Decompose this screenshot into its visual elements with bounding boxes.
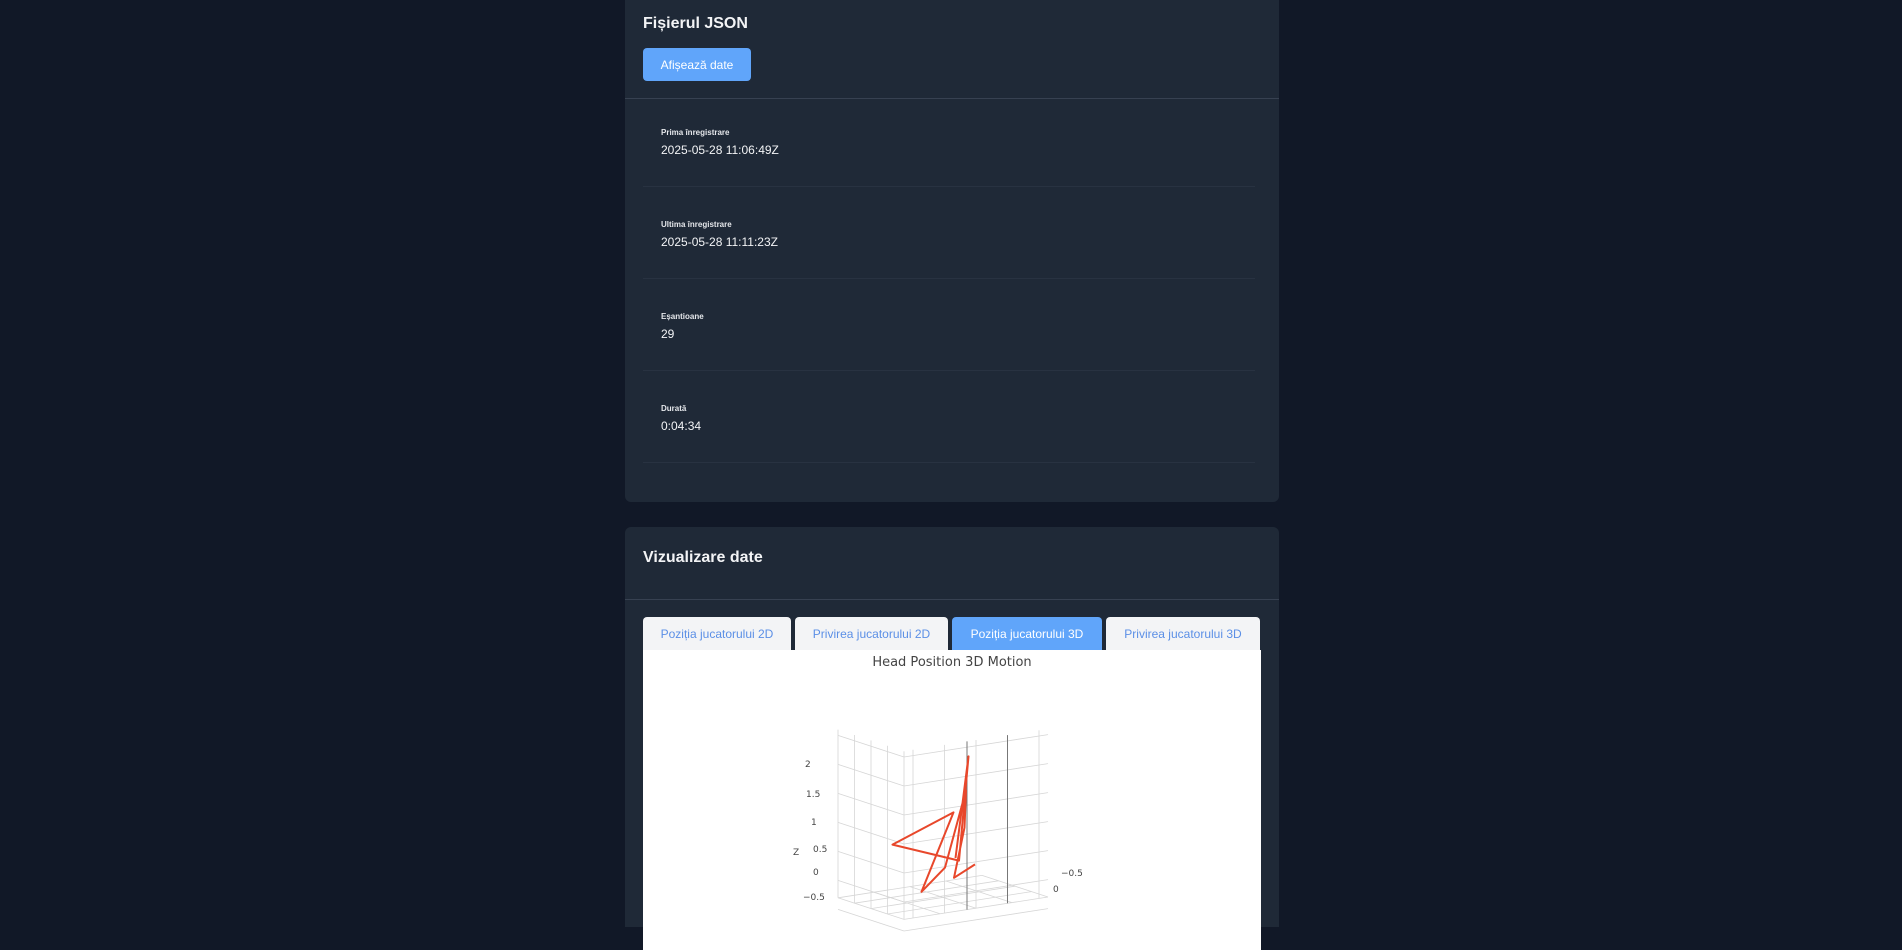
stat-label: Prima înregistrare — [661, 128, 730, 137]
z-tick-label: 2 — [805, 760, 811, 770]
stat-label: Eșantioane — [661, 312, 704, 321]
visualization-tabs: Poziția jucatorului 2D Privirea jucatoru… — [643, 617, 1263, 650]
plot-grid — [837, 729, 1049, 932]
json-file-title: Fișierul JSON — [643, 15, 748, 32]
z-tick-label: 0.5 — [813, 845, 827, 855]
stat-samples: Eșantioane 29 — [643, 279, 1255, 371]
tab-player-position-2d[interactable]: Poziția jucatorului 2D — [643, 617, 791, 650]
stat-value: 0:04:34 — [661, 419, 702, 433]
y-tick-label: 0 — [1053, 885, 1059, 895]
visualization-title: Vizualizare date — [643, 549, 763, 566]
tab-player-position-3d[interactable]: Poziția jucatorului 3D — [952, 617, 1102, 650]
stat-label: Durată — [661, 404, 687, 413]
json-file-card: Fișierul JSON Afișează date Prima înregi… — [625, 0, 1279, 502]
z-tick-label: 0 — [813, 868, 819, 878]
stat-value: 2025-05-28 11:06:49Z — [661, 143, 779, 157]
tab-player-gaze-3d[interactable]: Privirea jucatorului 3D — [1106, 617, 1260, 650]
z-tick-label: 1 — [811, 818, 817, 828]
stat-value: 29 — [661, 327, 675, 341]
grid-line — [903, 908, 1049, 932]
z-tick-label: −0.5 — [803, 893, 825, 903]
stat-first-record: Prima înregistrare 2025-05-28 11:06:49Z — [643, 95, 1255, 187]
y-tick-label: −0.5 — [1061, 869, 1083, 879]
card-divider — [625, 599, 1279, 600]
stat-label: Ultima înregistrare — [661, 220, 732, 229]
head-position-3d-plot[interactable]: Head Position 3D Motion 2 1.5 1 0.5 0 −0.5 Z −0… — [643, 650, 1261, 950]
tab-player-gaze-2d[interactable]: Privirea jucatorului 2D — [795, 617, 948, 650]
stat-duration: Durată 0:04:34 — [643, 371, 1255, 463]
stat-last-record: Ultima înregistrare 2025-05-28 11:11:23Z — [643, 187, 1255, 279]
z-tick-label: 1.5 — [806, 790, 820, 800]
plot-canvas[interactable]: 21.510.50−0.5Z−0.50 — [643, 650, 1261, 950]
data-visualization-card: Vizualizare date Poziția jucatorului 2D … — [625, 527, 1279, 950]
stat-value: 2025-05-28 11:11:23Z — [661, 235, 778, 249]
z-axis-label: Z — [793, 848, 799, 858]
show-data-button[interactable]: Afișează date — [643, 48, 751, 81]
